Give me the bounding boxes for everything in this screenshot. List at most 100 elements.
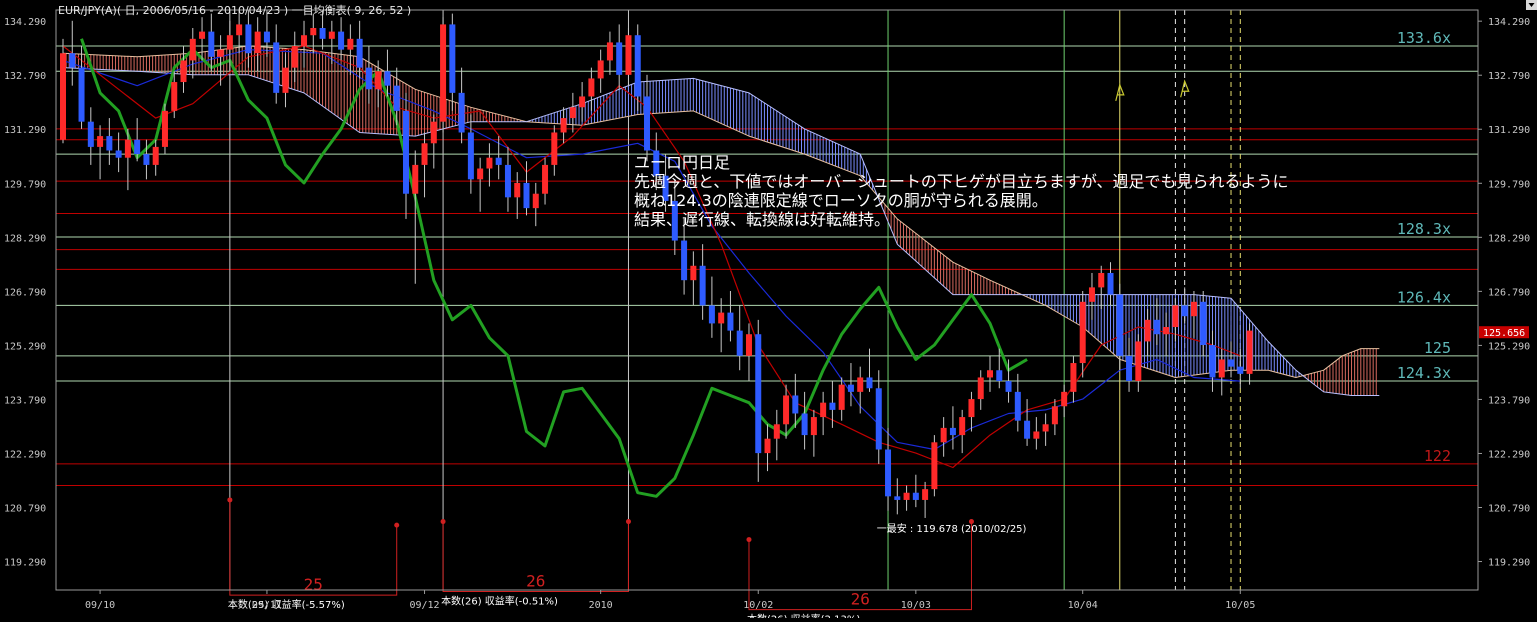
candle-body bbox=[430, 121, 437, 144]
candle-body bbox=[847, 384, 854, 392]
price-level-label: 128.3x bbox=[1397, 220, 1451, 238]
candle-body bbox=[236, 24, 243, 36]
candle-body bbox=[523, 182, 530, 209]
candle-body bbox=[301, 35, 308, 47]
candle-body bbox=[1116, 294, 1123, 356]
price-level-label: 133.6x bbox=[1397, 29, 1451, 47]
candle-body bbox=[745, 334, 752, 356]
candle-body bbox=[1042, 424, 1049, 432]
y-tick-label-left: 123.790 bbox=[4, 395, 46, 406]
candle-body bbox=[467, 132, 474, 180]
chart-title: EUR/JPY(A)( 日, 2006/05/16 - 2010/04/23 )… bbox=[58, 3, 411, 17]
chart-background bbox=[0, 0, 1537, 618]
candle-body bbox=[245, 24, 252, 54]
candle-body bbox=[495, 157, 502, 165]
y-tick-label-right: 128.290 bbox=[1488, 233, 1530, 244]
candle-body bbox=[328, 31, 335, 39]
candle-body bbox=[273, 42, 280, 93]
candle-body bbox=[551, 132, 558, 165]
candle-body bbox=[996, 370, 1003, 382]
candle-body bbox=[412, 164, 419, 194]
candle-body bbox=[755, 334, 762, 454]
candle-body bbox=[940, 427, 947, 443]
y-tick-label-left: 120.790 bbox=[4, 504, 46, 515]
ichimoku-chart[interactable]: 133.6x 128.3x 126.4x 125 124.3x 122 25 本数(25) 収… bbox=[0, 0, 1537, 622]
candle-body bbox=[1014, 391, 1021, 421]
x-tick-label: 09/11 bbox=[252, 600, 282, 611]
y-tick-label-left: 125.290 bbox=[4, 341, 46, 352]
candle-body bbox=[634, 35, 641, 97]
candle-body bbox=[152, 146, 159, 165]
candle-body bbox=[588, 78, 595, 97]
y-tick-label-left: 119.290 bbox=[4, 558, 46, 569]
candle-body bbox=[560, 118, 567, 133]
candle-body bbox=[1051, 406, 1058, 425]
y-tick-label-right: 126.790 bbox=[1488, 287, 1530, 298]
y-tick-label-right: 122.290 bbox=[1488, 449, 1530, 460]
candle-body bbox=[449, 24, 456, 93]
candle-body bbox=[78, 67, 85, 122]
candle-body bbox=[1070, 363, 1077, 392]
candle-body bbox=[347, 38, 354, 50]
candle-body bbox=[820, 402, 827, 418]
candle-body bbox=[579, 96, 586, 108]
comment-line-2: 先週今週と、下値ではオーバーシュートの下ヒゲが目立ちますが、週足でも見られるよう… bbox=[634, 172, 1289, 191]
candle-body bbox=[894, 496, 901, 500]
x-tick-label: 10/05 bbox=[1225, 600, 1255, 611]
wave-count-label: 25 bbox=[304, 575, 323, 594]
candle-body bbox=[801, 413, 808, 436]
candle-body bbox=[226, 35, 233, 50]
candle-body bbox=[180, 60, 187, 83]
candle-body bbox=[263, 31, 270, 43]
candle-body bbox=[124, 139, 131, 158]
candle-body bbox=[1088, 287, 1095, 302]
candle-body bbox=[393, 85, 400, 111]
candle-body bbox=[885, 449, 892, 497]
candle-body bbox=[1061, 391, 1068, 407]
candle-body bbox=[87, 121, 94, 147]
candle-body bbox=[625, 35, 632, 75]
candle-body bbox=[783, 395, 790, 425]
candle-body bbox=[217, 49, 224, 57]
candle-body bbox=[97, 136, 104, 147]
candle-body bbox=[690, 265, 697, 281]
candle-body bbox=[310, 28, 317, 36]
comment-line-4: 結果、遅行線、転換線は好転維持。 bbox=[634, 210, 890, 229]
candle-body bbox=[319, 28, 326, 39]
candle-body bbox=[542, 164, 549, 194]
candle-body bbox=[1107, 272, 1114, 295]
candle-body bbox=[727, 312, 734, 331]
y-tick-label-right: 123.790 bbox=[1488, 395, 1530, 406]
candle-body bbox=[569, 107, 576, 119]
x-tick-label: 10/03 bbox=[901, 600, 931, 611]
candle-body bbox=[949, 427, 956, 436]
candle-body bbox=[504, 164, 511, 198]
candle-body bbox=[792, 395, 799, 414]
candle-body bbox=[1218, 359, 1225, 378]
candle-body bbox=[1033, 431, 1040, 439]
candle-body bbox=[857, 377, 864, 392]
wave-note: 本数(26) 収益率(-0.51%) bbox=[441, 595, 558, 608]
candle-body bbox=[1163, 327, 1170, 335]
candle-body bbox=[1024, 420, 1031, 439]
candle-body bbox=[922, 489, 929, 500]
candle-body bbox=[143, 154, 150, 165]
x-tick-label: 2010 bbox=[589, 600, 613, 611]
candle-body bbox=[764, 438, 771, 454]
candle-body bbox=[365, 67, 372, 90]
candle-body bbox=[1228, 359, 1235, 367]
wave-note: 本数(25) 収益率(-5.57%) bbox=[228, 598, 345, 611]
candle-body bbox=[773, 424, 780, 439]
candle-body bbox=[1200, 301, 1207, 346]
candle-body bbox=[968, 399, 975, 418]
y-tick-label-right: 132.790 bbox=[1488, 71, 1530, 82]
scroll-down-button[interactable] bbox=[1526, 0, 1537, 10]
candle-body bbox=[959, 417, 966, 436]
candle-body bbox=[291, 46, 298, 68]
x-tick-label: 09/12 bbox=[409, 600, 439, 611]
price-level-label: 126.4x bbox=[1397, 288, 1451, 306]
x-tick-label: 10/02 bbox=[743, 600, 773, 611]
candle-body bbox=[616, 42, 623, 75]
candle-body bbox=[1181, 305, 1188, 317]
candle-body bbox=[597, 60, 604, 79]
